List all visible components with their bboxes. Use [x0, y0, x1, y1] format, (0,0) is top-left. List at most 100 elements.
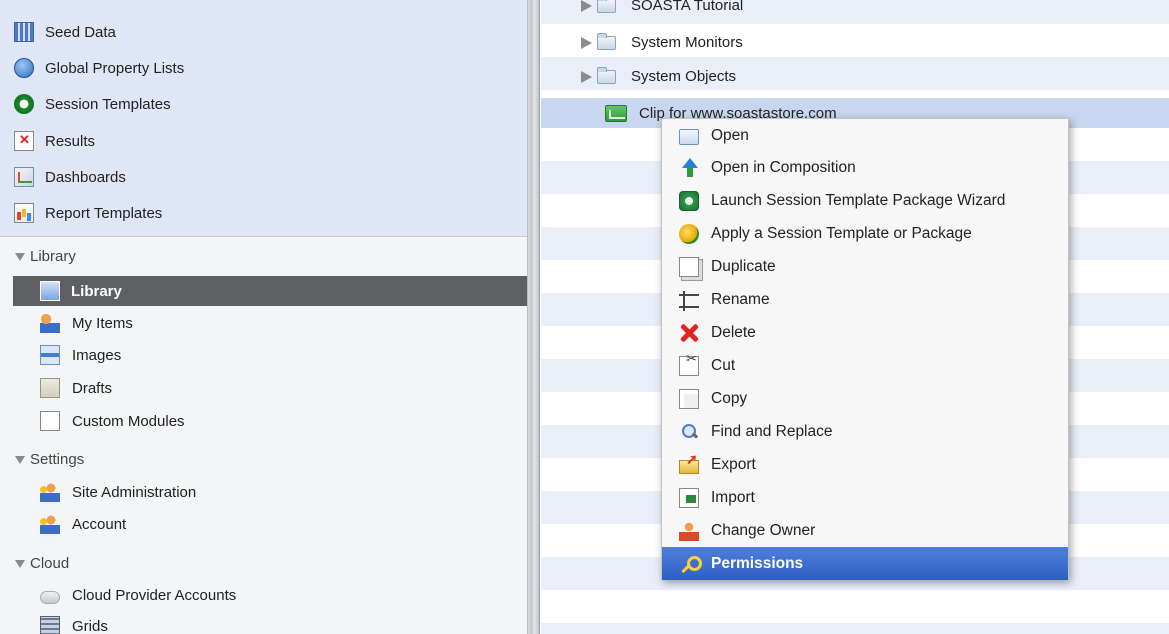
- menu-item-label: Delete: [711, 323, 756, 341]
- images-icon: [40, 345, 60, 365]
- menu-item-label: Cut: [711, 356, 736, 374]
- apply-template-icon: [679, 223, 699, 244]
- duplicate-icon: [679, 256, 699, 277]
- menu-item-open[interactable]: Open: [662, 119, 1068, 152]
- sidebar-item-cloud-provider-accounts[interactable]: Cloud Provider Accounts: [40, 580, 520, 610]
- custom-modules-icon: [40, 411, 60, 431]
- sidebar-item-library[interactable]: Library: [13, 276, 527, 306]
- expand-arrow-icon[interactable]: [581, 0, 592, 12]
- disclosure-triangle-icon: [15, 252, 25, 261]
- menu-item-label: Launch Session Template Package Wizard: [711, 191, 1006, 209]
- menu-item-apply-template[interactable]: Apply a Session Template or Package: [662, 217, 1068, 250]
- sidebar-item-label: Report Templates: [45, 204, 163, 222]
- menu-item-copy[interactable]: Copy: [662, 382, 1068, 415]
- session-template-icon: [14, 94, 34, 114]
- launch-wizard-icon: [679, 190, 699, 211]
- dashboard-icon: [14, 167, 34, 187]
- tree-row-label: SOASTA Tutorial: [631, 0, 744, 14]
- section-label: Cloud: [30, 554, 70, 572]
- sidebar-item-label: Custom Modules: [72, 412, 185, 430]
- tree-row-soasta-tutorial[interactable]: SOASTA Tutorial: [581, 0, 743, 22]
- menu-item-open-in-composition[interactable]: Open in Composition: [662, 151, 1068, 184]
- section-cloud[interactable]: Cloud: [15, 550, 69, 576]
- seed-data-icon: [14, 22, 34, 42]
- sidebar-item-label: Seed Data: [45, 23, 116, 41]
- menu-item-find-replace[interactable]: Find and Replace: [662, 415, 1068, 448]
- menu-item-duplicate[interactable]: Duplicate: [662, 250, 1068, 283]
- section-label: Library: [30, 247, 76, 265]
- sidebar-item-global-property-lists[interactable]: Global Property Lists: [14, 53, 514, 83]
- expand-arrow-icon[interactable]: [581, 36, 592, 49]
- grids-icon: [40, 616, 60, 634]
- menu-item-delete[interactable]: Delete: [662, 316, 1068, 349]
- sidebar-item-label: Images: [72, 346, 122, 364]
- menu-item-import[interactable]: Import: [662, 481, 1068, 514]
- menu-item-label: Change Owner: [711, 521, 816, 539]
- export-icon: [679, 451, 699, 474]
- sidebar-item-drafts[interactable]: Drafts: [40, 373, 520, 403]
- results-icon: [14, 131, 34, 151]
- sidebar-item-account[interactable]: Account: [40, 509, 520, 539]
- site-admin-icon: [40, 482, 60, 502]
- pane-splitter[interactable]: [528, 0, 540, 634]
- cloud-icon: [40, 590, 60, 604]
- menu-item-label: Rename: [711, 290, 770, 308]
- permissions-icon: [679, 554, 702, 574]
- disclosure-triangle-icon: [15, 559, 25, 568]
- menu-item-permissions[interactable]: Permissions: [662, 547, 1068, 580]
- row-stripe: [541, 623, 1169, 634]
- menu-item-label: Export: [711, 455, 756, 473]
- sidebar-item-grids[interactable]: Grids: [40, 611, 520, 634]
- open-icon: [679, 128, 699, 145]
- sidebar-item-label: My Items: [72, 314, 133, 332]
- sidebar-item-label: Dashboards: [45, 168, 126, 186]
- row-stripe: [541, 590, 1169, 623]
- menu-item-label: Import: [711, 488, 755, 506]
- globe-icon: [14, 58, 34, 78]
- open-composition-icon: [679, 157, 699, 178]
- menu-item-export[interactable]: Export: [662, 448, 1068, 481]
- section-label: Settings: [30, 450, 85, 468]
- section-settings[interactable]: Settings: [15, 446, 84, 472]
- find-replace-icon: [679, 422, 699, 442]
- sidebar-item-label: Global Property Lists: [45, 59, 185, 77]
- delete-icon: [679, 323, 699, 343]
- context-menu: Open Open in Composition Launch Session …: [661, 118, 1069, 580]
- sidebar-item-session-templates[interactable]: Session Templates: [14, 89, 514, 119]
- sidebar-item-dashboards[interactable]: Dashboards: [14, 162, 514, 192]
- menu-item-change-owner[interactable]: Change Owner: [662, 514, 1068, 547]
- tree-row-system-monitors[interactable]: System Monitors: [581, 26, 743, 59]
- cut-icon: [679, 351, 699, 376]
- account-icon: [40, 514, 60, 534]
- sidebar-item-site-administration[interactable]: Site Administration: [40, 477, 520, 507]
- menu-item-label: Apply a Session Template or Package: [711, 224, 972, 242]
- menu-item-label: Find and Replace: [711, 422, 833, 440]
- menu-item-rename[interactable]: Rename: [662, 283, 1068, 316]
- tree-row-label: System Objects: [631, 68, 737, 85]
- tree-row-system-objects[interactable]: System Objects: [581, 60, 736, 93]
- copy-icon: [679, 388, 699, 409]
- report-template-icon: [14, 203, 34, 223]
- section-library[interactable]: Library: [15, 243, 76, 269]
- expand-arrow-icon[interactable]: [581, 70, 592, 83]
- sidebar-item-label: Results: [45, 132, 96, 150]
- menu-item-label: Permissions: [711, 554, 804, 572]
- menu-item-launch-wizard[interactable]: Launch Session Template Package Wizard: [662, 184, 1068, 217]
- sidebar-item-label: Account: [72, 515, 127, 533]
- sidebar-item-my-items[interactable]: My Items: [40, 308, 520, 338]
- disclosure-triangle-icon: [15, 455, 25, 464]
- rename-icon: [679, 291, 699, 311]
- change-owner-icon: [679, 520, 699, 541]
- sidebar-item-label: Library: [71, 282, 122, 300]
- sidebar-item-label: Grids: [72, 617, 108, 634]
- sidebar-item-report-templates[interactable]: Report Templates: [14, 198, 514, 228]
- sidebar-item-custom-modules[interactable]: Custom Modules: [40, 406, 520, 436]
- sidebar-item-seed-data[interactable]: Seed Data: [14, 17, 514, 47]
- sidebar-item-label: Session Templates: [45, 95, 171, 113]
- tree-row-label: System Monitors: [631, 34, 743, 51]
- menu-item-cut[interactable]: Cut: [662, 349, 1068, 382]
- sidebar-item-label: Cloud Provider Accounts: [72, 586, 237, 604]
- sidebar-item-results[interactable]: Results: [14, 126, 514, 156]
- sidebar-item-images[interactable]: Images: [40, 340, 520, 370]
- sidebar: Seed Data Global Property Lists Session …: [0, 0, 528, 634]
